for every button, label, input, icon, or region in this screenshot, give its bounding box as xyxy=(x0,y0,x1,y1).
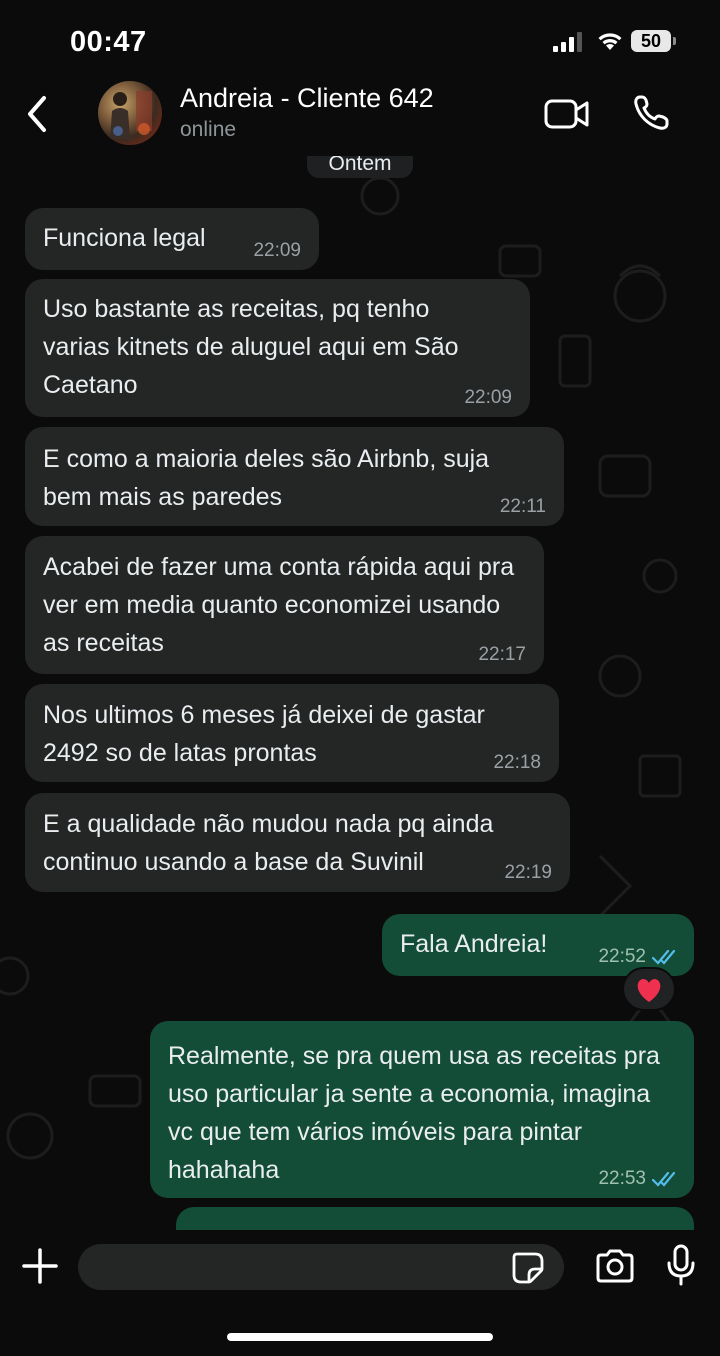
message-time: 22:19 xyxy=(504,862,552,883)
message-outgoing[interactable]: Realmente, se pra quem usa as receitas p… xyxy=(150,1021,694,1198)
date-separator: Ontem xyxy=(307,156,413,178)
message-time: 22:09 xyxy=(464,387,512,408)
message-time: 22:18 xyxy=(493,752,541,773)
message-text: Acabei de fazer uma conta rápida aqui pr… xyxy=(43,553,515,657)
status-bar: 00:47 50 xyxy=(0,0,720,78)
message-text: E a qualidade não mudou nada pq ainda co… xyxy=(43,810,494,876)
message-text: Uso bastante as receitas, pq tenho varia… xyxy=(43,295,459,399)
message-text: E como a maioria deles são Airbnb, suja … xyxy=(43,445,490,511)
contact-name[interactable]: Andreia - Cliente 642 xyxy=(180,83,434,114)
message-incoming[interactable]: Nos ultimos 6 meses já deixei de gastar … xyxy=(25,684,559,782)
heart-icon xyxy=(637,979,661,1002)
message-incoming[interactable]: Acabei de fazer uma conta rápida aqui pr… xyxy=(25,536,544,674)
message-time: 22:09 xyxy=(253,240,301,261)
attach-plus-button[interactable] xyxy=(20,1246,60,1286)
chat-header: Andreia - Cliente 642 online xyxy=(0,78,720,156)
message-incoming[interactable]: Funciona legal 22:09 xyxy=(25,208,319,270)
contact-status: online xyxy=(180,118,237,141)
message-time: 22:11 xyxy=(499,496,546,517)
message-incoming[interactable]: E a qualidade não mudou nada pq ainda co… xyxy=(25,793,570,892)
sticker-icon[interactable] xyxy=(511,1251,545,1285)
wifi-icon xyxy=(598,33,622,50)
contact-avatar[interactable] xyxy=(98,81,162,145)
message-outgoing-partial[interactable] xyxy=(176,1207,694,1230)
message-time: 22:52 xyxy=(598,946,646,967)
battery-tip xyxy=(673,37,676,45)
message-time: 22:17 xyxy=(478,644,526,665)
message-text: Nos ultimos 6 meses já deixei de gastar … xyxy=(43,701,485,767)
message-input[interactable] xyxy=(78,1244,564,1290)
read-ticks-icon xyxy=(652,1171,676,1187)
home-indicator[interactable] xyxy=(227,1333,493,1341)
cellular-signal-icon xyxy=(553,32,583,52)
microphone-button[interactable] xyxy=(666,1243,696,1287)
read-ticks-icon xyxy=(652,949,676,965)
avatar-photo xyxy=(110,91,152,139)
message-incoming[interactable]: E como a maioria deles são Airbnb, suja … xyxy=(25,427,564,526)
battery-icon: 50 xyxy=(631,30,671,52)
chat-area[interactable]: Ontem Funciona legal 22:09 Uso bastante … xyxy=(0,156,720,1230)
battery-level: 50 xyxy=(640,31,662,51)
camera-button[interactable] xyxy=(594,1248,636,1284)
status-time: 00:47 xyxy=(70,26,147,58)
heart-reaction[interactable] xyxy=(622,967,676,1011)
message-incoming[interactable]: Uso bastante as receitas, pq tenho varia… xyxy=(25,279,530,417)
message-time: 22:53 xyxy=(598,1168,646,1189)
video-call-button[interactable] xyxy=(544,98,590,130)
message-text: Realmente, se pra quem usa as receitas p… xyxy=(168,1042,660,1184)
voice-call-button[interactable] xyxy=(632,94,670,132)
back-button[interactable] xyxy=(18,90,58,138)
